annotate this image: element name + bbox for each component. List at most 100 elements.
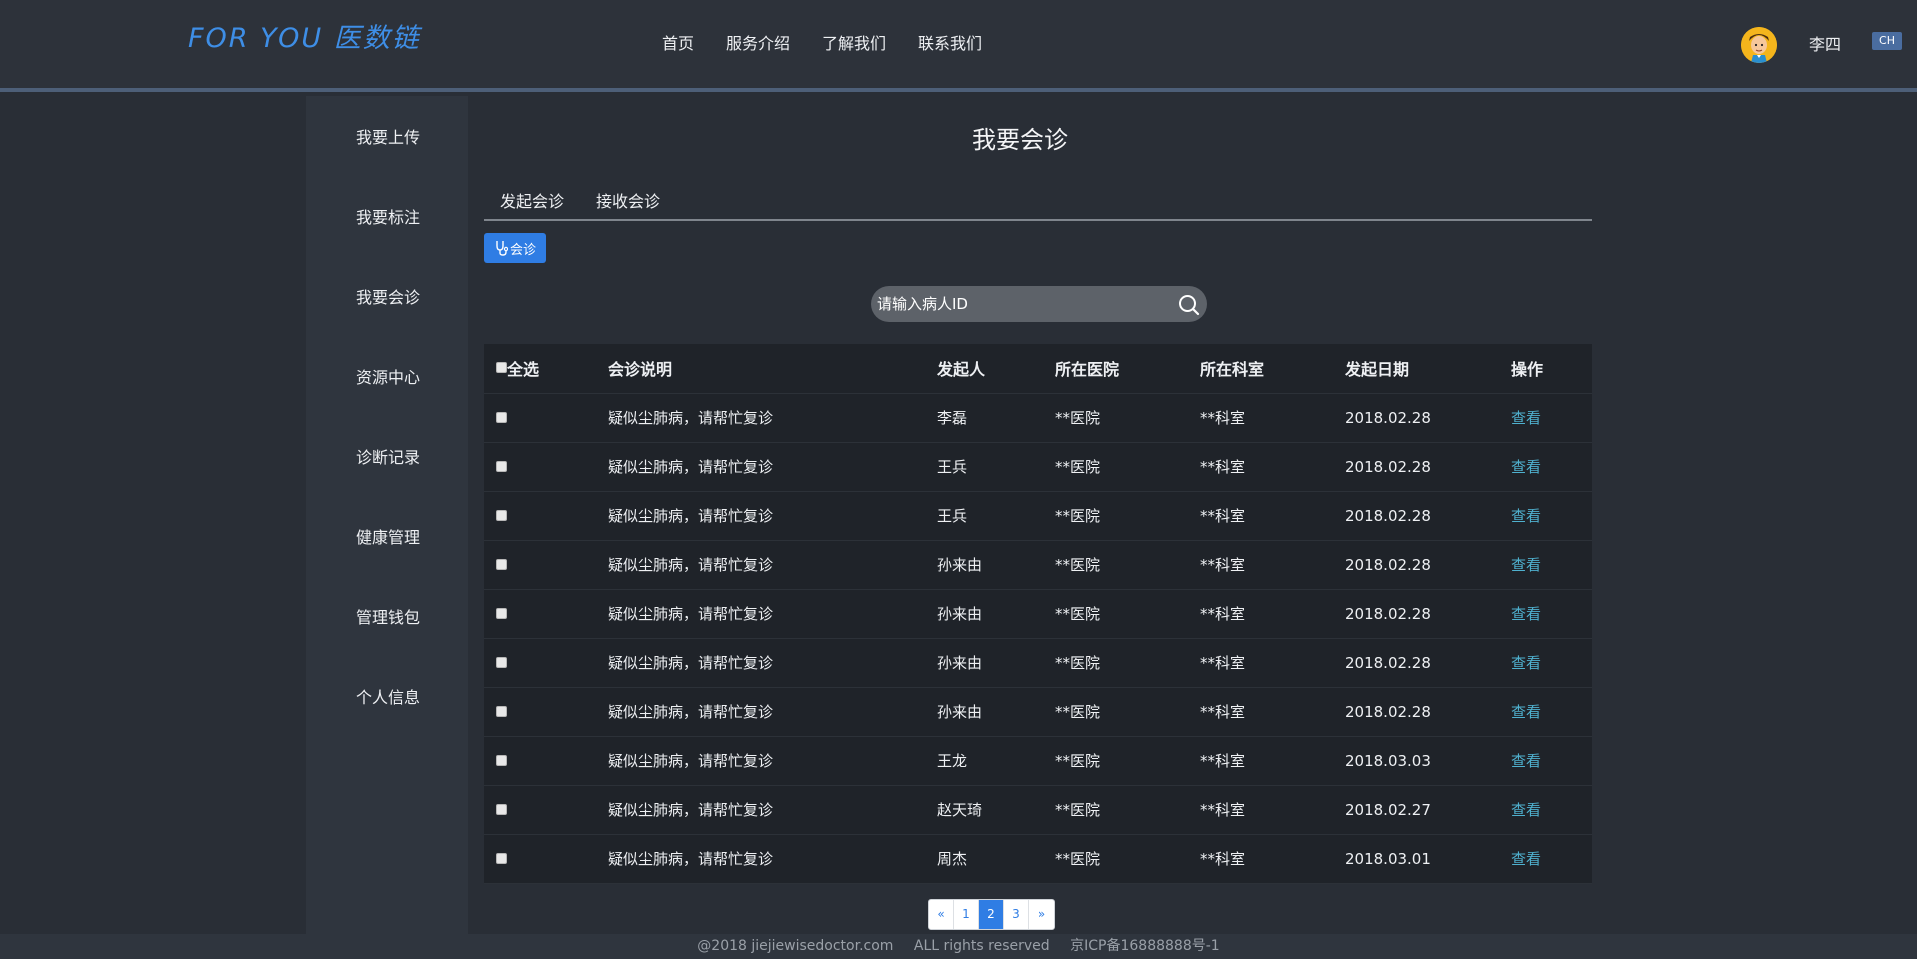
table-row: 疑似尘肺病，请帮忙复诊 赵天琦 **医院 **科室 2018.02.27 查看 [484,785,1592,835]
cell-initiator: 王兵 [937,491,1055,541]
cell-department: **科室 [1200,393,1345,443]
select-all-label: 全选 [507,360,540,380]
pagination: « 1 2 3 » [928,899,1055,930]
view-link[interactable]: 查看 [1511,409,1541,427]
cell-initiator: 李磊 [937,393,1055,443]
top-header: FOR YOU 医数链 首页 服务介绍 了解我们 联系我们 李四 CH [0,0,1917,92]
row-checkbox[interactable] [496,656,507,668]
cell-description: 疑似尘肺病，请帮忙复诊 [608,589,937,639]
cell-hospital: **医院 [1055,491,1200,541]
sidebar-item-resources[interactable]: 资源中心 [356,364,420,388]
patient-id-search-input[interactable] [871,286,1171,322]
search-icon[interactable] [1178,294,1200,316]
view-link[interactable]: 查看 [1511,507,1541,525]
row-checkbox[interactable] [496,754,507,766]
sidebar-item-consultation[interactable]: 我要会诊 [356,284,420,308]
footer-copyright: @2018 jiejiewisedoctor.com [697,938,894,954]
table-row: 疑似尘肺病，请帮忙复诊 孙来由 **医院 **科室 2018.02.28 查看 [484,638,1592,688]
cell-description: 疑似尘肺病，请帮忙复诊 [608,540,937,590]
cell-date: 2018.02.28 [1345,638,1511,688]
row-checkbox[interactable] [496,509,507,521]
consultation-table: 全选 会诊说明 发起人 所在医院 所在科室 发起日期 操作 疑似尘肺病，请帮忙复… [484,344,1592,884]
sidebar-item-upload[interactable]: 我要上传 [356,124,420,148]
pagination-page-3[interactable]: 3 [1004,900,1029,929]
cell-description: 疑似尘肺病，请帮忙复诊 [608,442,937,492]
view-link[interactable]: 查看 [1511,458,1541,476]
sidebar-item-wallet[interactable]: 管理钱包 [356,604,420,628]
select-all-checkbox[interactable] [496,362,507,374]
view-link[interactable]: 查看 [1511,654,1541,672]
cell-date: 2018.02.28 [1345,687,1511,737]
sidebar-item-profile[interactable]: 个人信息 [356,684,420,708]
cell-date: 2018.02.28 [1345,442,1511,492]
row-checkbox[interactable] [496,607,507,619]
table-row: 疑似尘肺病，请帮忙复诊 王兵 **医院 **科室 2018.02.28 查看 [484,442,1592,492]
table-row: 疑似尘肺病，请帮忙复诊 李磊 **医院 **科室 2018.02.28 查看 [484,393,1592,443]
cell-date: 2018.02.28 [1345,589,1511,639]
view-link[interactable]: 查看 [1511,801,1541,819]
pagination-next[interactable]: » [1029,900,1054,929]
col-header-hospital: 所在医院 [1055,344,1200,394]
cell-description: 疑似尘肺病，请帮忙复诊 [608,638,937,688]
cell-description: 疑似尘肺病，请帮忙复诊 [608,687,937,737]
cell-department: **科室 [1200,638,1345,688]
pagination-prev[interactable]: « [929,900,954,929]
table-row: 疑似尘肺病，请帮忙复诊 孙来由 **医院 **科室 2018.02.28 查看 [484,687,1592,737]
cell-hospital: **医院 [1055,442,1200,492]
cell-date: 2018.02.28 [1345,393,1511,443]
cell-description: 疑似尘肺病，请帮忙复诊 [608,834,937,884]
col-header-description: 会诊说明 [608,344,937,394]
view-link[interactable]: 查看 [1511,752,1541,770]
cell-department: **科室 [1200,540,1345,590]
nav-contact[interactable]: 联系我们 [918,30,982,54]
view-link[interactable]: 查看 [1511,703,1541,721]
cell-department: **科室 [1200,834,1345,884]
cell-description: 疑似尘肺病，请帮忙复诊 [608,491,937,541]
avatar[interactable] [1741,27,1777,63]
cell-initiator: 孙来由 [937,589,1055,639]
cell-hospital: **医院 [1055,687,1200,737]
table-row: 疑似尘肺病，请帮忙复诊 王龙 **医院 **科室 2018.03.03 查看 [484,736,1592,786]
new-consultation-label: 会诊 [509,242,536,258]
cell-description: 疑似尘肺病，请帮忙复诊 [608,736,937,786]
row-checkbox[interactable] [496,852,507,864]
tab-initiate-consultation[interactable]: 发起会诊 [500,188,564,212]
cell-department: **科室 [1200,687,1345,737]
nav-about[interactable]: 了解我们 [822,30,886,54]
pagination-page-2[interactable]: 2 [979,900,1004,929]
row-checkbox[interactable] [496,803,507,815]
stethoscope-icon [496,241,508,256]
sidebar-item-diagnosis-records[interactable]: 诊断记录 [356,444,420,468]
row-checkbox[interactable] [496,460,507,472]
footer-icp[interactable]: 京ICP备16888888号-1 [1070,938,1220,954]
cell-date: 2018.03.03 [1345,736,1511,786]
row-checkbox[interactable] [496,558,507,570]
select-all-header: 全选 [484,344,608,394]
site-logo[interactable]: FOR YOU 医数链 [188,16,421,55]
new-consultation-button[interactable]: 会诊 [484,233,546,263]
col-header-actions: 操作 [1511,344,1592,394]
pagination-page-1[interactable]: 1 [954,900,979,929]
username[interactable]: 李四 [1809,31,1841,55]
tab-receive-consultation[interactable]: 接收会诊 [596,188,660,212]
cell-initiator: 孙来由 [937,687,1055,737]
cell-date: 2018.03.01 [1345,834,1511,884]
footer-rights: ALL rights reserved [913,938,1050,954]
table-row: 疑似尘肺病，请帮忙复诊 周杰 **医院 **科室 2018.03.01 查看 [484,834,1592,884]
cell-hospital: **医院 [1055,638,1200,688]
sidebar-item-annotate[interactable]: 我要标注 [356,204,420,228]
row-checkbox[interactable] [496,411,507,423]
view-link[interactable]: 查看 [1511,850,1541,868]
language-switch[interactable]: CH [1872,32,1902,50]
row-checkbox[interactable] [496,705,507,717]
col-header-department: 所在科室 [1200,344,1345,394]
sidebar: 我要上传 我要标注 我要会诊 资源中心 诊断记录 健康管理 管理钱包 个人信息 [306,96,468,934]
cell-description: 疑似尘肺病，请帮忙复诊 [608,785,937,835]
view-link[interactable]: 查看 [1511,556,1541,574]
cell-initiator: 孙来由 [937,540,1055,590]
view-link[interactable]: 查看 [1511,605,1541,623]
cell-department: **科室 [1200,589,1345,639]
nav-services[interactable]: 服务介绍 [726,30,790,54]
sidebar-item-health[interactable]: 健康管理 [356,524,420,548]
nav-home[interactable]: 首页 [662,30,694,54]
